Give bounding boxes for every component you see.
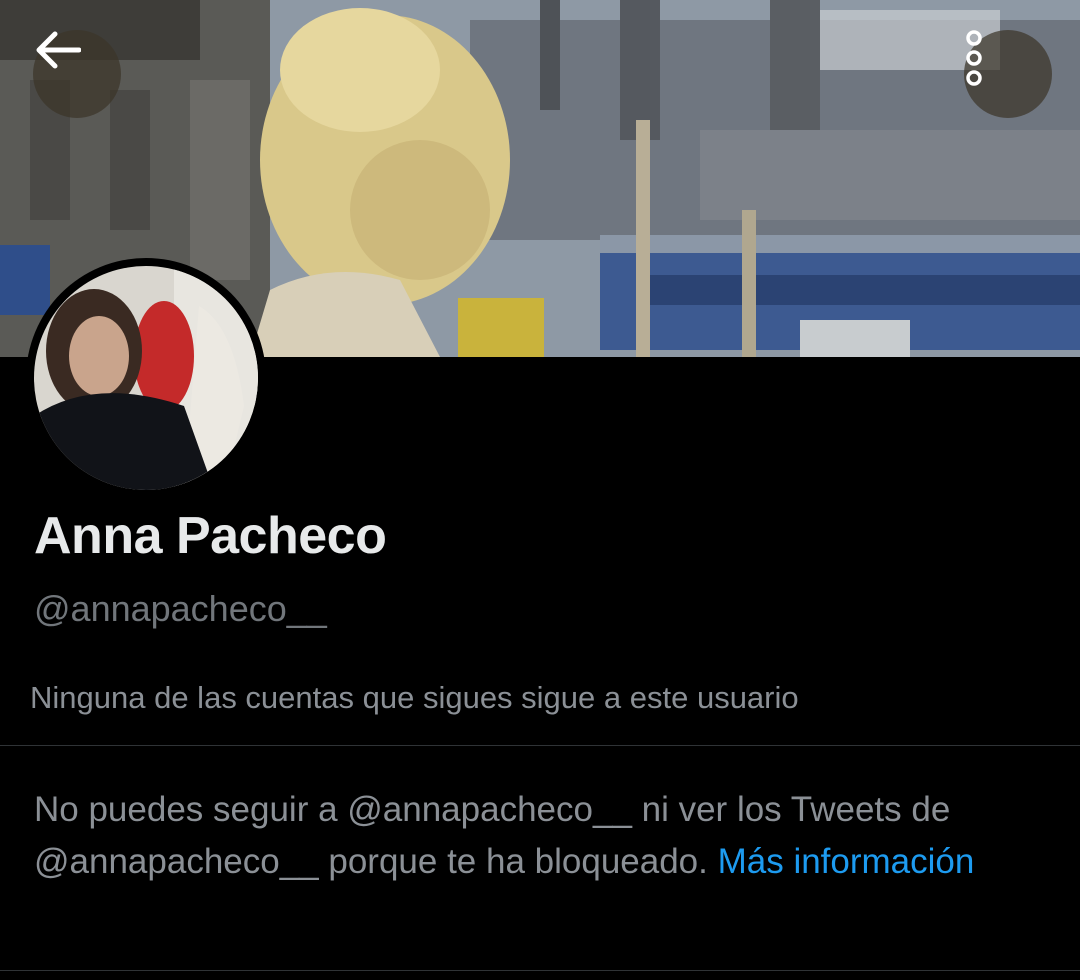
back-button[interactable] <box>33 30 121 118</box>
more-options-button[interactable] <box>964 30 1052 118</box>
divider <box>0 745 1080 746</box>
arrow-left-icon <box>36 31 81 69</box>
user-handle: @annapacheco__ <box>34 588 327 629</box>
display-name: Anna Pacheco <box>34 507 387 565</box>
blocked-message: No puedes seguir a @annapacheco__ ni ver… <box>34 784 1034 888</box>
avatar-image <box>34 266 258 490</box>
more-vertical-icon <box>966 30 982 86</box>
divider <box>0 970 1080 971</box>
followers-you-know-note: Ninguna de las cuentas que sigues sigue … <box>30 680 799 715</box>
learn-more-link[interactable]: Más información <box>718 842 975 881</box>
profile-avatar[interactable] <box>26 258 266 498</box>
